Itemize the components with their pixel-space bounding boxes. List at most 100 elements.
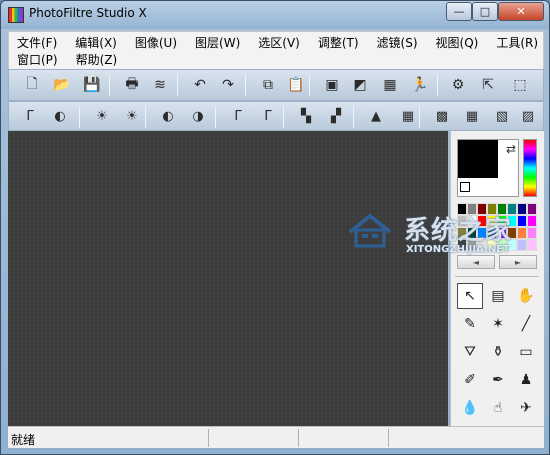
scan-icon[interactable]: ≋ (149, 74, 171, 96)
contrast-auto-icon[interactable]: ◐ (49, 105, 71, 127)
toolbar-separator (245, 74, 246, 96)
palette-swatch[interactable] (527, 215, 537, 227)
color-selector[interactable]: ⇄ (457, 139, 519, 197)
default-colors-icon[interactable] (460, 182, 470, 192)
clone-stamp-icon[interactable]: ♟ (513, 367, 539, 393)
toolbar-separator (309, 74, 310, 96)
window-title: PhotoFiltre Studio X (29, 6, 147, 20)
watermark-logo-icon (348, 213, 392, 248)
mosaic-icon[interactable]: ▩ (431, 105, 453, 127)
status-text: 就绪 (11, 433, 36, 447)
status-divider (208, 429, 209, 447)
export-icon[interactable]: ⇱ (477, 74, 499, 96)
crop-icon[interactable]: ▣ (321, 74, 343, 96)
toolbar-separator (419, 106, 420, 128)
menu-row-1: 文件(F) 编辑(X) 图像(U) 图层(W) 选区(V) 调整(T) 滤镜(S) 视图(Q)… (17, 34, 549, 52)
toolbar-separator (79, 106, 80, 128)
color-spectrum[interactable] (523, 139, 537, 197)
menu-item[interactable]: 调整(T) (318, 34, 359, 52)
redo-icon[interactable]: ↷ (217, 74, 239, 96)
watermark-text-en: XITONGZHIJIA.NET (406, 244, 510, 255)
gamma-plus-icon[interactable]: Γ (257, 105, 279, 127)
filter-toolbar: Γ ◐ ☀ ☀ ◐ ◑ Γ Γ ▚ ▞ ▲ ▦ ▩ ▦ ▧ ▨ (8, 101, 544, 131)
texture-icon[interactable]: ▦ (397, 105, 419, 127)
app-icon (8, 7, 24, 23)
advanced-brush-icon[interactable]: ✒ (485, 367, 511, 393)
menu-item[interactable]: 编辑(X) (75, 34, 117, 52)
undo-icon[interactable]: ↶ (189, 74, 211, 96)
palette-swatch[interactable] (527, 239, 537, 251)
contrast-plus-icon[interactable]: ◑ (187, 105, 209, 127)
brush-icon[interactable]: ✐ (457, 367, 483, 393)
tool-grid: ↖ ▤ ✋ ✎ ✶ ╱ ⛛ ⚱ ▭ ✐ ✒ ♟ 💧 ☝ ✈ (457, 283, 541, 421)
new-file-icon[interactable]: 🗋 (21, 74, 43, 96)
toolbar-separator (109, 74, 110, 96)
pattern-icon[interactable]: ▦ (379, 74, 401, 96)
title-bar[interactable]: PhotoFiltre Studio X — □ ✕ (1, 1, 549, 29)
tools-panel: ⇄ ◄ ► ↖ ▤ ✋ ✎ ✶ ╱ ⛛ ⚱ ▭ ✐ ✒ ♟ 💧 ☝ ✈ (450, 131, 544, 426)
image-tube-icon[interactable]: ▤ (485, 283, 511, 309)
sharpen-icon[interactable]: ▲ (365, 105, 387, 127)
blur-icon[interactable]: ▧ (491, 105, 513, 127)
workspace-area[interactable] (8, 131, 448, 426)
menu-item[interactable]: 图像(U) (135, 34, 177, 52)
minimize-button[interactable]: — (446, 2, 472, 21)
menu-item[interactable]: 图层(W) (195, 34, 240, 52)
palette-swatch[interactable] (527, 203, 537, 215)
app-window: PhotoFiltre Studio X — □ ✕ 文件(F) 编辑(X) 图像(… (0, 0, 550, 455)
open-folder-icon[interactable]: 📂 (51, 74, 73, 96)
status-bar: 就绪 (8, 426, 544, 448)
blur-drop-icon[interactable]: 💧 (457, 395, 483, 421)
menu-item[interactable]: 视图(Q) (436, 34, 479, 52)
watermark: 系统之家 XITONGZHIJIA.NET (346, 206, 526, 266)
contrast-minus-icon[interactable]: ◐ (157, 105, 179, 127)
menu-item[interactable]: 选区(V) (258, 34, 300, 52)
saturation-minus-icon[interactable]: ▚ (295, 105, 317, 127)
spray-icon[interactable]: ⚱ (485, 339, 511, 365)
gamma-auto-icon[interactable]: Γ (19, 105, 41, 127)
magic-wand-icon[interactable]: ✶ (485, 311, 511, 337)
menu-item[interactable]: 文件(F) (17, 34, 57, 52)
menu-item[interactable]: 滤镜(S) (377, 34, 418, 52)
main-toolbar: 🗋 📂 💾 🖶 ≋ ↶ ↷ ⧉ 📋 ▣ ◩ ▦ 🏃 ⚙ ⇱ ⬚ (8, 69, 544, 101)
print-icon[interactable]: 🖶 (121, 74, 143, 96)
pointer-icon[interactable]: ↖ (457, 283, 483, 309)
save-icon[interactable]: 💾 (81, 74, 103, 96)
close-button[interactable]: ✕ (498, 2, 544, 21)
eyedropper-icon[interactable]: ✎ (457, 311, 483, 337)
toolbar-separator (283, 106, 284, 128)
noise-icon[interactable]: ▨ (517, 105, 539, 127)
brightness-minus-icon[interactable]: ☀ (91, 105, 113, 127)
brightness-plus-icon[interactable]: ☀ (121, 105, 143, 127)
fill-bucket-icon[interactable]: ⛛ (457, 339, 483, 365)
menu-item[interactable]: 帮助(Z) (76, 51, 118, 69)
smudge-icon[interactable]: ☝ (485, 395, 511, 421)
maximize-button[interactable]: □ (472, 2, 498, 21)
swap-colors-icon[interactable]: ⇄ (506, 142, 516, 156)
toolbar-separator (145, 106, 146, 128)
deform-icon[interactable]: ✈ (513, 395, 539, 421)
toolbar-separator (215, 106, 216, 128)
palette-swatch[interactable] (527, 227, 537, 239)
foreground-color-swatch[interactable] (458, 140, 498, 178)
automate-icon[interactable]: ⚙ (447, 74, 469, 96)
copy-icon[interactable]: ⧉ (257, 74, 279, 96)
gradient-icon[interactable]: ◩ (349, 74, 371, 96)
menu-row-2: 窗口(P) 帮助(Z) (17, 51, 135, 69)
toolbar-separator (177, 74, 178, 96)
saturation-plus-icon[interactable]: ▞ (325, 105, 347, 127)
menu-item[interactable]: 窗口(P) (17, 51, 58, 69)
selection-icon[interactable]: ⬚ (509, 74, 531, 96)
paste-icon[interactable]: 📋 (285, 74, 307, 96)
watermark-text-cn: 系统之家 (404, 216, 513, 246)
menu-bar: 文件(F) 编辑(X) 图像(U) 图层(W) 选区(V) 调整(T) 滤镜(S) 视图(Q)… (8, 31, 544, 69)
run-icon[interactable]: 🏃 (409, 74, 431, 96)
toolbar-separator (353, 106, 354, 128)
hand-icon[interactable]: ✋ (513, 283, 539, 309)
toolbar-separator (437, 74, 438, 96)
eraser-icon[interactable]: ▭ (513, 339, 539, 365)
menu-item[interactable]: 工具(R) (496, 34, 538, 52)
pixelate-icon[interactable]: ▦ (461, 105, 483, 127)
gamma-minus-icon[interactable]: Γ (227, 105, 249, 127)
line-icon[interactable]: ╱ (513, 311, 539, 337)
